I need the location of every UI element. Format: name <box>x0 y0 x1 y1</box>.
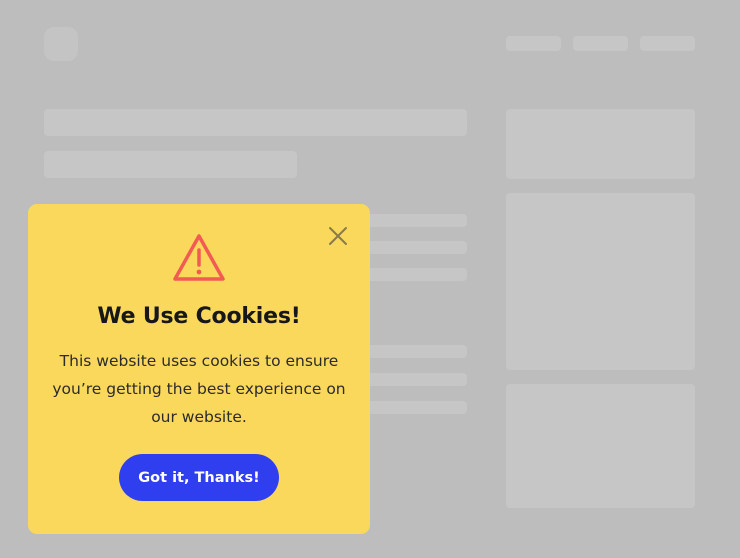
modal-message: This website uses cookies to ensure you’… <box>52 352 346 426</box>
skeleton-heading <box>44 109 467 136</box>
modal-title: We Use Cookies! <box>97 304 301 329</box>
skeleton-nav-item <box>573 36 628 51</box>
skeleton-nav-item <box>506 36 561 51</box>
skeleton-sidebar-card <box>506 193 695 370</box>
skeleton-nav-item <box>640 36 695 51</box>
skeleton-logo <box>44 27 78 61</box>
skeleton-sidebar-card <box>506 109 695 179</box>
skeleton-subheading <box>44 151 297 178</box>
cookie-consent-modal: We Use Cookies! This website uses cookie… <box>28 204 370 534</box>
close-icon[interactable] <box>327 225 349 247</box>
warning-triangle-icon <box>171 232 227 288</box>
skeleton-sidebar-card <box>506 384 695 508</box>
accept-cookies-button[interactable]: Got it, Thanks! <box>119 454 279 501</box>
